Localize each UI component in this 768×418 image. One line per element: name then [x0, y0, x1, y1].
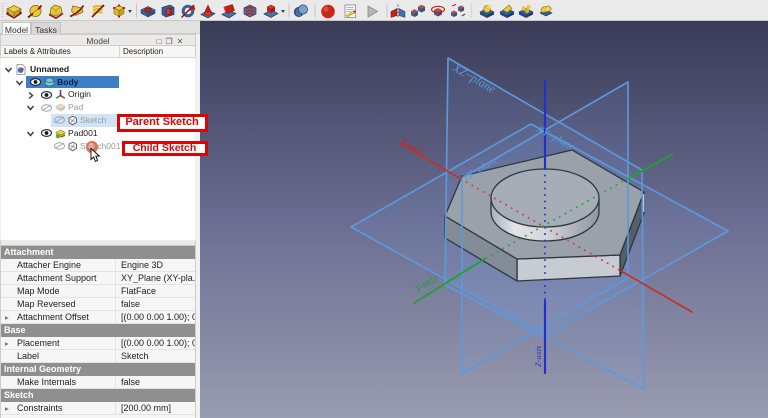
- svg-text:Z-axis: Z-axis: [533, 345, 543, 367]
